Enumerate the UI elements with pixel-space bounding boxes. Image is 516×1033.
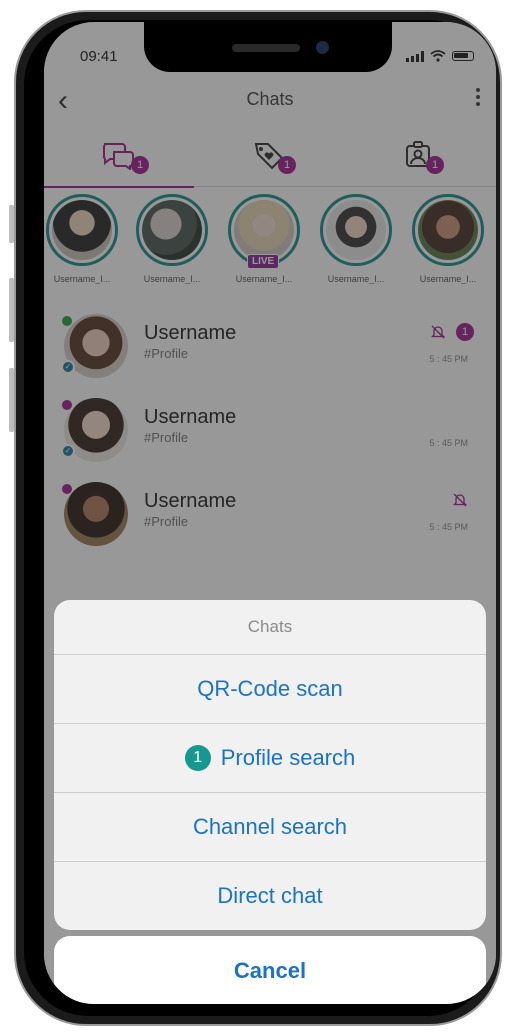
battery-icon (452, 51, 474, 61)
qr-code-scan-label: QR-Code scan (197, 676, 343, 701)
phone-screen: 09:41 ‹ Chats 1 1 1 Username_I... Userna… (44, 22, 496, 1004)
cancel-button[interactable]: Cancel (54, 936, 486, 1004)
qr-code-scan-button[interactable]: QR-Code scan (54, 655, 486, 724)
profile-search-button[interactable]: 1 Profile search (54, 724, 486, 793)
action-sheet-title: Chats (54, 600, 486, 655)
direct-chat-label: Direct chat (217, 883, 323, 908)
signal-icon (406, 50, 424, 62)
volume-up-button (9, 278, 14, 342)
wifi-icon (430, 50, 446, 62)
status-bar: 09:41 (44, 22, 496, 72)
channel-search-button[interactable]: Channel search (54, 793, 486, 862)
profile-search-label: Profile search (220, 745, 356, 770)
volume-down-button (9, 368, 14, 432)
direct-chat-button[interactable]: Direct chat (54, 862, 486, 930)
silent-switch (9, 205, 14, 243)
channel-search-label: Channel search (192, 814, 348, 839)
status-time: 09:41 (80, 48, 118, 65)
action-sheet: Chats QR-Code scan 1 Profile search Chann… (54, 600, 486, 930)
step-number-badge: 1 (184, 745, 211, 771)
